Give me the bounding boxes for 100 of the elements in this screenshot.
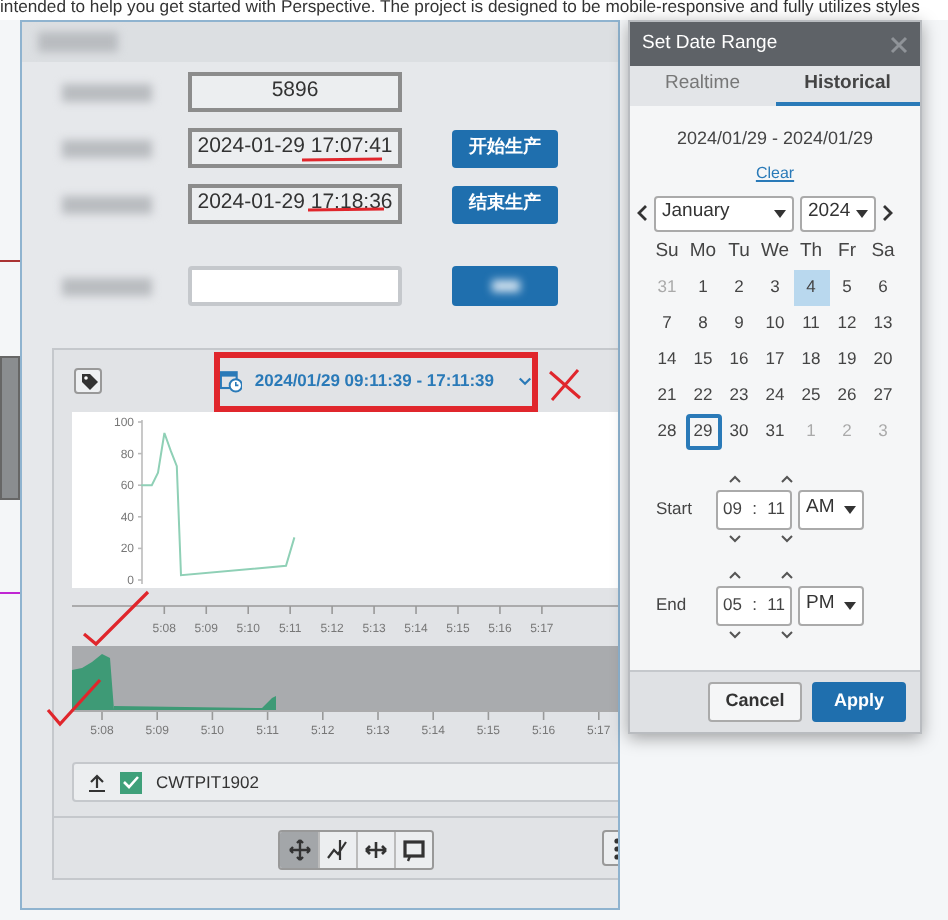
chevron-left-icon[interactable] xyxy=(636,204,648,222)
calendar-day[interactable]: 2 xyxy=(721,269,757,305)
calendar-day[interactable]: 12 xyxy=(829,305,865,341)
time-field[interactable]: 09 : 11 xyxy=(716,489,792,529)
time-label: Start xyxy=(656,496,694,522)
period-dropdown[interactable]: AM xyxy=(798,489,864,529)
calendar-day[interactable]: 30 xyxy=(721,413,757,449)
calendar-day[interactable]: 19 xyxy=(829,341,865,377)
legend-label: CWTPIT1902 xyxy=(156,769,259,795)
caret-down-icon xyxy=(844,505,856,513)
chevron-down-icon[interactable] xyxy=(780,630,794,640)
weekday-label: Mo xyxy=(687,238,719,267)
calendar-day[interactable]: 11 xyxy=(793,305,829,341)
calendar-day[interactable]: 7 xyxy=(649,305,685,341)
chevron-down-icon[interactable] xyxy=(780,534,794,544)
chevron-up-icon[interactable] xyxy=(728,474,742,484)
caret-down-icon xyxy=(856,209,868,217)
calendar-day[interactable]: 10 xyxy=(757,305,793,341)
weekday-label: Fr xyxy=(836,238,858,267)
calendar-day[interactable]: 8 xyxy=(685,305,721,341)
calendar-day[interactable]: 23 xyxy=(721,377,757,413)
intro-text: intended to help you get started with Perspective. The project is designed to be mobile-responsive and fully utilizes styles xyxy=(0,0,920,18)
calendar-day[interactable]: 28 xyxy=(649,413,685,449)
calendar-day[interactable]: 3 xyxy=(757,269,793,305)
calendar-day[interactable]: 29 xyxy=(685,413,721,449)
calendar-day[interactable]: 5 xyxy=(829,269,865,305)
check-mark-drawing xyxy=(44,676,104,728)
action-button[interactable]: 结束生产 xyxy=(452,185,558,223)
speech-box-icon xyxy=(402,838,426,862)
caret-down-icon xyxy=(774,209,786,217)
calendar-day[interactable]: 27 xyxy=(865,377,901,413)
year-dropdown[interactable]: 2024 xyxy=(800,195,876,231)
calendar-day[interactable]: 1 xyxy=(685,269,721,305)
calendar-day[interactable]: 22 xyxy=(685,377,721,413)
calendar-day[interactable]: 6 xyxy=(865,269,901,305)
month-dropdown[interactable]: January xyxy=(654,195,794,231)
chart-tool-button[interactable] xyxy=(280,832,318,868)
tab[interactable]: Historical xyxy=(775,66,920,106)
period-dropdown[interactable]: PM xyxy=(798,585,864,625)
calendar-day[interactable]: 18 xyxy=(793,341,829,377)
action-button[interactable]: 开始生产 xyxy=(452,129,558,167)
calendar-day[interactable]: 21 xyxy=(649,377,685,413)
calendar-day[interactable]: 4 xyxy=(793,269,829,305)
weekday-label: We xyxy=(758,238,792,267)
underline-mark xyxy=(300,156,384,164)
input-field[interactable] xyxy=(188,266,402,306)
popup-title: Set Date Range xyxy=(642,29,778,58)
calendar-day[interactable]: 14 xyxy=(649,341,685,377)
date-range-button[interactable]: 2024/01/29 09:11:39 - 17:11:39 xyxy=(214,351,538,411)
weekday-label: Su xyxy=(653,238,681,267)
chart-tool-button[interactable] xyxy=(356,832,394,868)
calendar-day[interactable]: 20 xyxy=(865,341,901,377)
blurred-label xyxy=(62,277,152,295)
weekday-label: Th xyxy=(797,238,825,267)
calendar-clock-icon xyxy=(220,368,243,394)
chevron-right-icon[interactable] xyxy=(882,204,894,222)
check-mark-drawing xyxy=(80,588,152,648)
horizontal-arrows-icon xyxy=(364,838,388,862)
calendar-day[interactable]: 26 xyxy=(829,377,865,413)
calendar-day[interactable]: 16 xyxy=(721,341,757,377)
upload-icon[interactable] xyxy=(88,773,106,791)
move-arrows-icon xyxy=(287,838,311,862)
chevron-up-icon[interactable] xyxy=(780,474,794,484)
blurred-button[interactable] xyxy=(452,266,558,306)
blurred-label xyxy=(62,139,152,157)
date-range-text: 2024/01/29 - 2024/01/29 xyxy=(674,126,876,152)
chart-tool-button[interactable] xyxy=(318,832,356,868)
calendar-day[interactable]: 9 xyxy=(721,305,757,341)
weekday-label: Sa xyxy=(869,238,897,267)
chevron-down-icon xyxy=(517,375,532,387)
chevron-down-icon[interactable] xyxy=(728,630,742,640)
time-field[interactable]: 05 : 11 xyxy=(716,585,792,625)
clear-link[interactable]: Clear xyxy=(755,161,795,185)
cross-mark-drawing xyxy=(548,368,582,402)
calendar-day[interactable]: 15 xyxy=(685,341,721,377)
underline-mark xyxy=(306,206,386,214)
dialog-button[interactable]: Cancel xyxy=(708,682,802,722)
value-field: 5896 xyxy=(188,72,402,112)
value-field: 2024-01-29 17:18:36 xyxy=(188,184,402,224)
side-panel xyxy=(0,356,20,500)
value-field: 2024-01-29 17:07:41 xyxy=(188,128,402,168)
calendar-day[interactable]: 13 xyxy=(865,305,901,341)
chevron-up-icon[interactable] xyxy=(780,570,794,580)
chart-tool-button[interactable] xyxy=(394,832,432,868)
tag-button[interactable] xyxy=(74,368,102,394)
blurred-title xyxy=(38,32,118,52)
chevron-down-icon[interactable] xyxy=(728,534,742,544)
kebab-icon xyxy=(613,837,618,859)
tab[interactable]: Realtime xyxy=(630,66,775,106)
weekday-label: Tu xyxy=(726,238,752,267)
calendar-day[interactable]: 31 xyxy=(757,413,793,449)
blurred-label xyxy=(62,83,152,101)
time-label: End xyxy=(656,592,689,618)
checkbox[interactable] xyxy=(120,771,142,793)
calendar-day[interactable]: 17 xyxy=(757,341,793,377)
calendar-day[interactable]: 24 xyxy=(757,377,793,413)
calendar-day[interactable]: 25 xyxy=(793,377,829,413)
chevron-up-icon[interactable] xyxy=(728,570,742,580)
dialog-button[interactable]: Apply xyxy=(812,682,906,722)
tag-icon xyxy=(79,372,97,390)
